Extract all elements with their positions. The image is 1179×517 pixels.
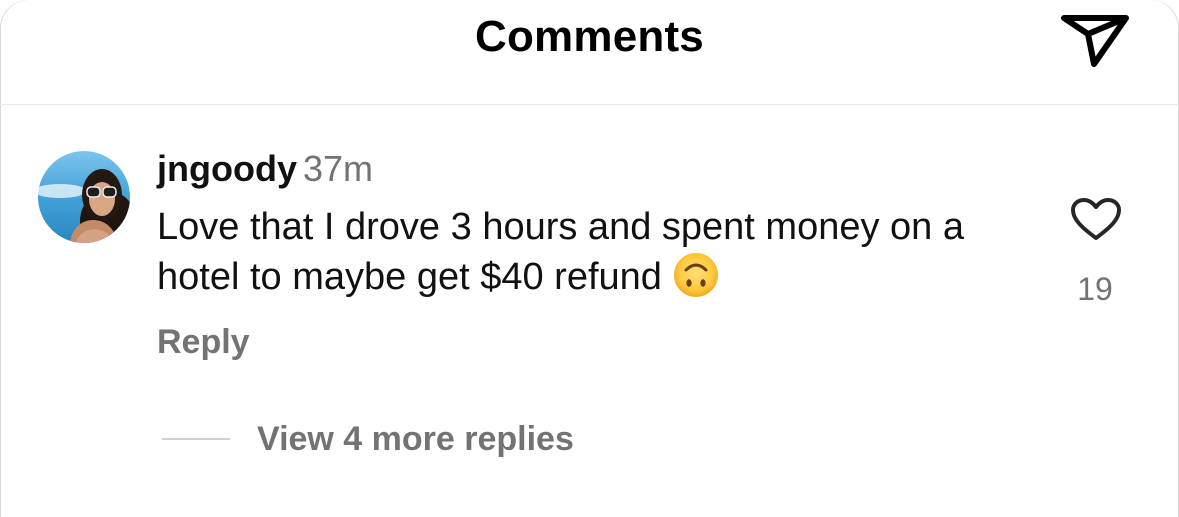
avatar[interactable] bbox=[38, 151, 130, 243]
comment-time: 37m bbox=[302, 148, 374, 189]
comments-header: Comments bbox=[0, 0, 1179, 105]
replies-divider-line bbox=[162, 438, 230, 440]
page-title: Comments bbox=[475, 12, 704, 61]
comments-sheet: Comments jngoody 37m Love that I drove 3… bbox=[0, 0, 1179, 517]
comment-text: Love that I drove 3 hours and spent mone… bbox=[157, 206, 964, 298]
username[interactable]: jngoody bbox=[157, 148, 297, 189]
comment-header: jngoody 37m bbox=[157, 148, 373, 190]
send-icon[interactable] bbox=[1058, 8, 1132, 72]
upside-down-face-emoji-icon bbox=[673, 253, 718, 297]
view-more-replies-button[interactable]: View 4 more replies bbox=[162, 417, 574, 461]
comment-body: Love that I drove 3 hours and spent mone… bbox=[157, 203, 1017, 301]
profile-photo bbox=[38, 151, 130, 243]
like-count: 19 bbox=[1077, 271, 1113, 307]
reply-button[interactable]: Reply bbox=[157, 323, 250, 362]
view-replies-label: View 4 more replies bbox=[257, 419, 574, 458]
heart-icon[interactable] bbox=[1069, 196, 1123, 242]
